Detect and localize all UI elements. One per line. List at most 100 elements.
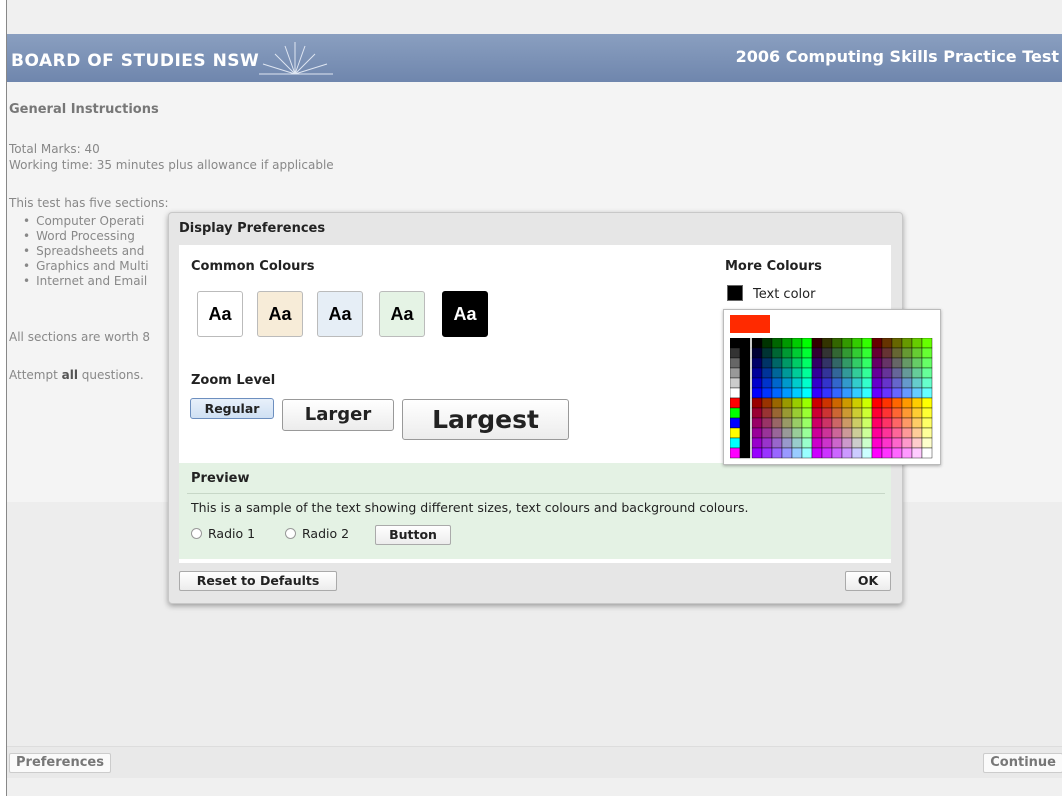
colour-cell[interactable] [841,407,853,419]
colour-cell[interactable] [891,417,903,429]
colour-cell[interactable] [851,437,863,449]
zoom-largest-button[interactable]: Largest [402,399,569,440]
colour-cell[interactable] [911,417,923,429]
colour-cell[interactable] [811,338,823,349]
colour-cell[interactable] [911,407,923,419]
colour-cell[interactable] [891,377,903,389]
colour-cell[interactable] [901,447,913,459]
colour-cell[interactable] [739,407,751,419]
colour-cell[interactable] [751,357,763,369]
colour-swatch-white[interactable]: Aa [197,291,243,337]
colour-cell[interactable] [751,387,763,399]
radio-circle-icon[interactable] [285,528,296,539]
colour-cell[interactable] [801,377,813,389]
colour-cell[interactable] [881,387,893,399]
colour-cell[interactable] [881,447,893,459]
colour-cell[interactable] [791,387,803,399]
colour-cell[interactable] [851,377,863,389]
colour-cell[interactable] [871,338,883,349]
colour-cell[interactable] [791,397,803,409]
colour-cell[interactable] [811,427,823,439]
colour-swatch-black[interactable]: Aa [442,291,488,337]
colour-cell[interactable] [831,367,843,379]
colour-cell[interactable] [851,407,863,419]
colour-cell[interactable] [841,447,853,459]
colour-cell[interactable] [871,407,883,419]
colour-cell[interactable] [811,377,823,389]
colour-cell[interactable] [761,338,773,349]
colour-cell[interactable] [771,447,783,459]
colour-cell[interactable] [851,357,863,369]
colour-cell[interactable] [791,407,803,419]
preferences-button[interactable]: Preferences [9,753,111,773]
colour-cell[interactable] [771,437,783,449]
colour-cell[interactable] [881,407,893,419]
colour-cell[interactable] [911,347,923,359]
colour-cell[interactable] [881,338,893,349]
colour-cell[interactable] [791,338,803,349]
colour-cell[interactable] [751,367,763,379]
colour-cell[interactable] [861,367,873,379]
colour-cell[interactable] [781,338,793,349]
radio-circle-icon[interactable] [191,528,202,539]
colour-cell[interactable] [921,357,933,369]
colour-cell[interactable] [841,367,853,379]
colour-cell[interactable] [730,387,741,399]
colour-cell[interactable] [761,417,773,429]
colour-cell[interactable] [739,387,751,399]
colour-cell[interactable] [801,437,813,449]
colour-cell[interactable] [861,377,873,389]
colour-cell[interactable] [871,367,883,379]
colour-cell[interactable] [811,347,823,359]
colour-cell[interactable] [921,347,933,359]
colour-grid[interactable] [730,338,936,460]
colour-cell[interactable] [751,437,763,449]
colour-cell[interactable] [911,397,923,409]
colour-picker-popup[interactable] [723,309,941,465]
colour-cell[interactable] [841,417,853,429]
colour-cell[interactable] [781,427,793,439]
colour-cell[interactable] [911,387,923,399]
colour-cell[interactable] [861,397,873,409]
colour-cell[interactable] [911,338,923,349]
colour-cell[interactable] [771,407,783,419]
colour-cell[interactable] [771,427,783,439]
colour-cell[interactable] [801,397,813,409]
colour-cell[interactable] [831,338,843,349]
colour-cell[interactable] [730,347,741,359]
colour-cell[interactable] [851,397,863,409]
colour-cell[interactable] [751,447,763,459]
colour-cell[interactable] [821,357,833,369]
colour-cell[interactable] [771,387,783,399]
colour-cell[interactable] [901,397,913,409]
colour-cell[interactable] [851,427,863,439]
colour-cell[interactable] [881,347,893,359]
colour-cell[interactable] [871,357,883,369]
colour-cell[interactable] [730,338,741,349]
colour-cell[interactable] [730,437,741,449]
colour-cell[interactable] [781,357,793,369]
zoom-larger-button[interactable]: Larger [282,399,394,431]
colour-cell[interactable] [771,347,783,359]
colour-cell[interactable] [901,437,913,449]
colour-cell[interactable] [861,447,873,459]
colour-cell[interactable] [801,338,813,349]
colour-cell[interactable] [841,427,853,439]
colour-cell[interactable] [821,387,833,399]
colour-cell[interactable] [771,357,783,369]
colour-cell[interactable] [861,417,873,429]
colour-cell[interactable] [791,357,803,369]
colour-cell[interactable] [891,387,903,399]
radio-1[interactable]: Radio 1 [191,526,255,541]
colour-cell[interactable] [891,338,903,349]
colour-cell[interactable] [761,387,773,399]
colour-cell[interactable] [851,417,863,429]
colour-cell[interactable] [841,357,853,369]
colour-cell[interactable] [921,377,933,389]
colour-cell[interactable] [730,357,741,369]
colour-cell[interactable] [739,338,751,349]
colour-cell[interactable] [821,427,833,439]
colour-cell[interactable] [761,367,773,379]
colour-cell[interactable] [841,377,853,389]
colour-cell[interactable] [851,447,863,459]
